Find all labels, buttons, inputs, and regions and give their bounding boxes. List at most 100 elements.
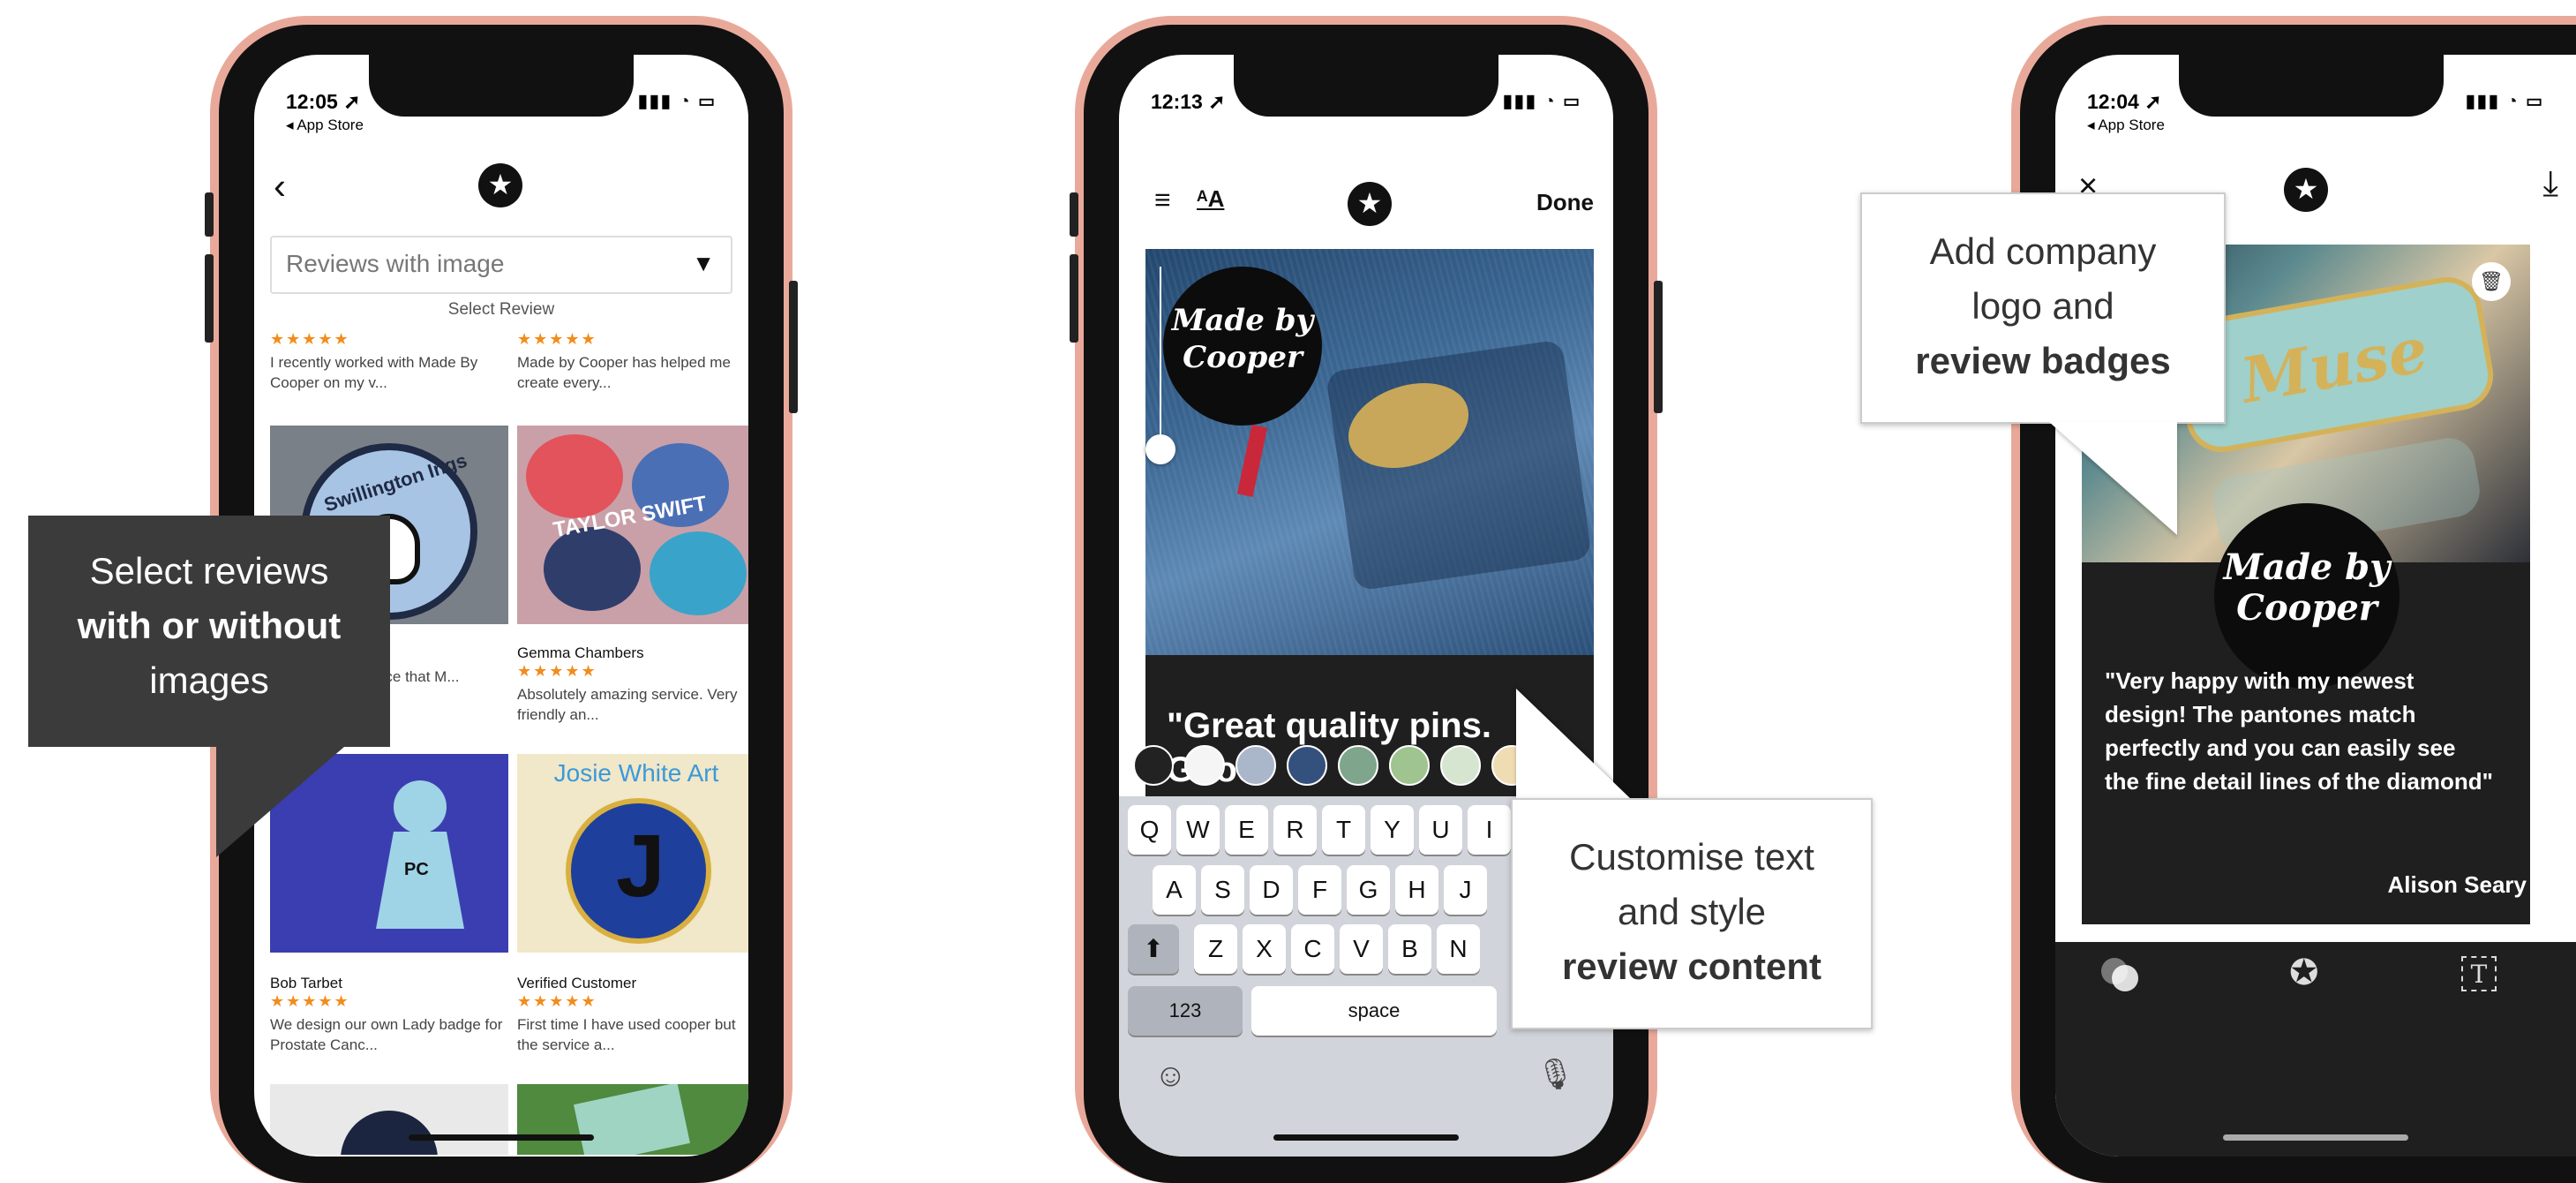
back-to-app-store[interactable]: ◂ App Store [2087, 117, 2165, 134]
key-d[interactable]: D [1250, 865, 1293, 915]
review-card[interactable]: Bob Tarbet ★★★★★ We design our own Lady … [270, 975, 508, 1055]
nav-bar: ‹ ★ [254, 156, 748, 218]
callout-bold: review content [1561, 946, 1822, 987]
trash-icon[interactable]: 🗑 [2472, 262, 2511, 301]
color-swatch[interactable] [1287, 745, 1327, 786]
callout-line: and style [1617, 891, 1767, 932]
bottom-toolbar: ✪ T [2055, 942, 2576, 1157]
rating-stars: ★★★★★ [270, 330, 350, 348]
key-z[interactable]: Z [1194, 924, 1237, 974]
key-q[interactable]: Q [1128, 805, 1171, 855]
review-card[interactable]: ★★★★★ Made by Cooper has helped me creat… [517, 330, 748, 393]
key-j[interactable]: J [1444, 865, 1487, 915]
back-to-app-store[interactable]: ◂ App Store [286, 117, 364, 134]
callout-line: Customise text [1569, 836, 1814, 878]
back-icon[interactable]: ‹ [274, 165, 286, 207]
color-swatch[interactable] [1184, 745, 1225, 786]
rating-stars: ★★★★★ [517, 992, 597, 1010]
callout-line: logo and [1971, 285, 2114, 327]
side-button [205, 254, 214, 343]
review-author: Alison Seary [2387, 871, 2527, 898]
jacket-pocket [1325, 339, 1593, 592]
logo-size-slider[interactable] [1160, 267, 1161, 443]
side-button [1654, 281, 1663, 413]
review-image[interactable] [517, 1084, 748, 1155]
key-r[interactable]: R [1273, 805, 1317, 855]
key-y[interactable]: Y [1371, 805, 1414, 855]
download-icon[interactable]: ⤓ [2542, 164, 2558, 204]
key-f[interactable]: F [1298, 865, 1341, 915]
space-key[interactable]: space [1251, 986, 1497, 1036]
key-a[interactable]: A [1153, 865, 1196, 915]
key-g[interactable]: G [1347, 865, 1390, 915]
shop-name: Josie White Art [553, 759, 719, 787]
color-swatch[interactable] [1133, 745, 1174, 786]
status-time: 12:04 ➚ [2087, 90, 2162, 113]
color-swatch[interactable] [1235, 745, 1276, 786]
callout-pointer [216, 747, 344, 857]
done-button[interactable]: Done [1536, 189, 1594, 216]
review-text: Made by Cooper has helped me create ever… [517, 354, 731, 391]
rating-stars: ★★★★★ [517, 330, 597, 348]
review-image[interactable]: TAYLOR SWIFT [517, 426, 748, 624]
review-filter-value: Reviews with image [286, 250, 505, 277]
company-logo[interactable]: Made by Cooper [2214, 503, 2400, 689]
home-indicator [409, 1134, 594, 1141]
key-i[interactable]: I [1468, 805, 1511, 855]
color-swatch[interactable] [1389, 745, 1430, 786]
shift-key[interactable]: ⬆ [1128, 924, 1179, 974]
align-icon[interactable]: ≡ [1154, 184, 1171, 216]
key-123[interactable]: 123 [1128, 986, 1243, 1036]
caret-down-icon: ▼ [692, 250, 715, 276]
emoji-icon[interactable]: ☺ [1154, 1057, 1187, 1094]
slider-handle[interactable] [1145, 434, 1175, 464]
star-icon: ★ [478, 163, 522, 207]
key-h[interactable]: H [1395, 865, 1438, 915]
key-b[interactable]: B [1388, 924, 1431, 974]
star-icon: ★ [2284, 168, 2328, 212]
review-image[interactable] [270, 1084, 508, 1155]
note-card [574, 1084, 690, 1155]
key-w[interactable]: W [1176, 805, 1220, 855]
key-v[interactable]: V [1340, 924, 1383, 974]
pin-letter: J [616, 817, 665, 916]
review-card[interactable]: ★★★★★ I recently worked with Made By Coo… [270, 330, 508, 393]
status-time: 12:05 ➚ [286, 90, 361, 113]
review-card[interactable]: Verified Customer ★★★★★ First time I hav… [517, 975, 748, 1055]
heart-pin [526, 434, 623, 518]
star-icon: ★ [1348, 182, 1392, 226]
key-e[interactable]: E [1225, 805, 1268, 855]
review-image[interactable]: Josie White Art J [517, 754, 748, 953]
key-s[interactable]: S [1201, 865, 1244, 915]
key-t[interactable]: T [1322, 805, 1365, 855]
review-card[interactable]: Gemma Chambers ★★★★★ Absolutely amazing … [517, 644, 748, 725]
key-x[interactable]: X [1243, 924, 1286, 974]
font-size-icon[interactable]: ᴬA [1197, 185, 1224, 213]
badge-icon[interactable]: ✪ [2289, 953, 2319, 993]
select-review-label: Select Review [447, 300, 555, 319]
key-n[interactable]: N [1437, 924, 1480, 974]
callout-pointer [2049, 422, 2177, 535]
home-indicator [1273, 1134, 1459, 1141]
logo-text: Made by Cooper [1171, 303, 1314, 375]
side-button [1070, 192, 1078, 237]
review-text: Absolutely amazing service. Very friendl… [517, 686, 738, 723]
review-text: We design our own Lady badge for Prostat… [270, 1016, 503, 1053]
side-button [789, 281, 798, 413]
color-circles-icon[interactable] [2101, 958, 2138, 993]
callout-bold: review badges [1915, 340, 2171, 381]
editor-toolbar: ≡ ᴬA ★ Done [1119, 178, 1613, 240]
callout-line: Add company [1929, 230, 2157, 272]
text-box-icon[interactable]: T [2461, 956, 2497, 991]
side-button [1070, 254, 1078, 343]
color-swatch[interactable] [1338, 745, 1378, 786]
callout-customise: Customise text and style review content [1511, 798, 1873, 1029]
color-swatch[interactable] [1440, 745, 1481, 786]
mic-icon[interactable]: 🎙 [1536, 1057, 1574, 1092]
review-filter-dropdown[interactable]: Reviews with image ▼ [270, 236, 732, 294]
key-c[interactable]: C [1291, 924, 1334, 974]
key-u[interactable]: U [1419, 805, 1462, 855]
status-bar: 12:13 ➚ ▮▮▮ ◔ ▭ [1151, 90, 1581, 143]
company-logo[interactable]: Made by Cooper [1163, 267, 1322, 426]
status-time: 12:13 ➚ [1151, 90, 1226, 113]
